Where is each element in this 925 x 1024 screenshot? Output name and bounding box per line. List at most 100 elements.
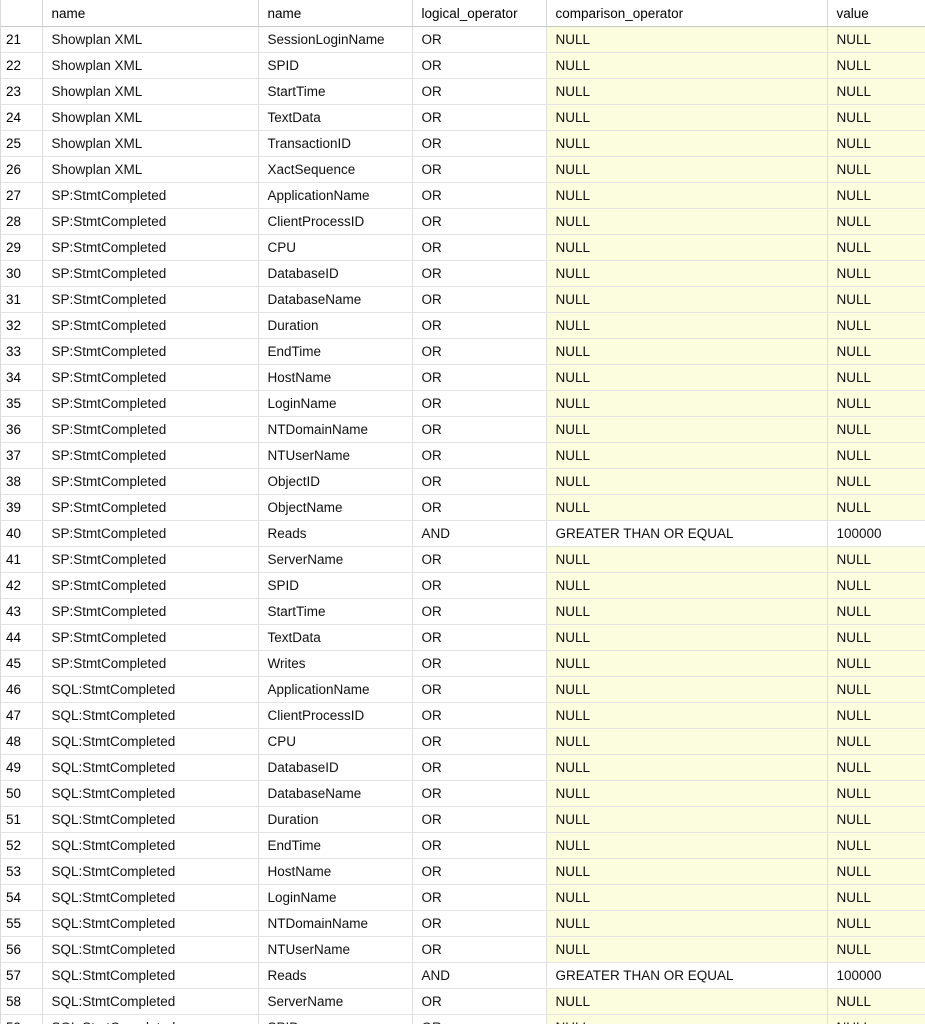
comparison-operator-cell[interactable]: NULL bbox=[546, 468, 828, 495]
row-number-cell[interactable]: 46 bbox=[0, 676, 43, 703]
column-name-cell[interactable]: NTUserName bbox=[258, 936, 413, 963]
column-name-cell[interactable]: ApplicationName bbox=[258, 182, 413, 209]
value-cell[interactable]: NULL bbox=[827, 728, 925, 755]
row-number-cell[interactable]: 22 bbox=[0, 52, 43, 79]
column-header-event-name[interactable]: name bbox=[42, 0, 259, 27]
comparison-operator-cell[interactable]: NULL bbox=[546, 182, 828, 209]
comparison-operator-cell[interactable]: NULL bbox=[546, 390, 828, 417]
comparison-operator-cell[interactable]: NULL bbox=[546, 78, 828, 105]
comparison-operator-cell[interactable]: NULL bbox=[546, 936, 828, 963]
logical-operator-cell[interactable]: OR bbox=[412, 832, 547, 859]
table-row[interactable]: 33 SP:StmtCompleted EndTime OR NULL NULL bbox=[0, 338, 925, 365]
column-header-logical-operator[interactable]: logical_operator bbox=[412, 0, 547, 27]
logical-operator-cell[interactable]: OR bbox=[412, 650, 547, 677]
comparison-operator-cell[interactable]: NULL bbox=[546, 52, 828, 79]
logical-operator-cell[interactable]: OR bbox=[412, 858, 547, 885]
column-name-cell[interactable]: ObjectName bbox=[258, 494, 413, 521]
row-number-cell[interactable]: 35 bbox=[0, 390, 43, 417]
value-cell[interactable]: NULL bbox=[827, 182, 925, 209]
logical-operator-cell[interactable]: OR bbox=[412, 702, 547, 729]
value-cell[interactable]: NULL bbox=[827, 156, 925, 183]
row-number-cell[interactable]: 25 bbox=[0, 130, 43, 157]
column-name-cell[interactable]: DatabaseName bbox=[258, 780, 413, 807]
event-name-cell[interactable]: SP:StmtCompleted bbox=[42, 572, 259, 599]
logical-operator-cell[interactable]: OR bbox=[412, 598, 547, 625]
row-number-cell[interactable]: 53 bbox=[0, 858, 43, 885]
logical-operator-cell[interactable]: OR bbox=[412, 234, 547, 261]
event-name-cell[interactable]: SQL:StmtCompleted bbox=[42, 910, 259, 937]
row-number-cell[interactable]: 54 bbox=[0, 884, 43, 911]
comparison-operator-cell[interactable]: NULL bbox=[546, 442, 828, 469]
value-cell[interactable]: NULL bbox=[827, 650, 925, 677]
column-name-cell[interactable]: ServerName bbox=[258, 546, 413, 573]
column-name-cell[interactable]: SPID bbox=[258, 1014, 413, 1024]
comparison-operator-cell[interactable]: NULL bbox=[546, 754, 828, 781]
event-name-cell[interactable]: SP:StmtCompleted bbox=[42, 234, 259, 261]
row-number-cell[interactable]: 37 bbox=[0, 442, 43, 469]
value-cell[interactable]: NULL bbox=[827, 208, 925, 235]
comparison-operator-cell[interactable]: NULL bbox=[546, 26, 828, 53]
table-row[interactable]: 48 SQL:StmtCompleted CPU OR NULL NULL bbox=[0, 728, 925, 755]
event-name-cell[interactable]: SP:StmtCompleted bbox=[42, 182, 259, 209]
column-name-cell[interactable]: EndTime bbox=[258, 338, 413, 365]
row-number-cell[interactable]: 40 bbox=[0, 520, 43, 547]
comparison-operator-cell[interactable]: NULL bbox=[546, 104, 828, 131]
row-number-cell[interactable]: 49 bbox=[0, 754, 43, 781]
column-name-cell[interactable]: Reads bbox=[258, 520, 413, 547]
table-row[interactable]: 49 SQL:StmtCompleted DatabaseID OR NULL NULL bbox=[0, 754, 925, 781]
table-row[interactable]: 38 SP:StmtCompleted ObjectID OR NULL NULL bbox=[0, 468, 925, 495]
table-row[interactable]: 34 SP:StmtCompleted HostName OR NULL NULL bbox=[0, 364, 925, 391]
table-row[interactable]: 58 SQL:StmtCompleted ServerName OR NULL NULL bbox=[0, 988, 925, 1015]
row-number-cell[interactable]: 50 bbox=[0, 780, 43, 807]
logical-operator-cell[interactable]: OR bbox=[412, 260, 547, 287]
value-cell[interactable]: NULL bbox=[827, 442, 925, 469]
value-cell[interactable]: NULL bbox=[827, 130, 925, 157]
row-number-cell[interactable]: 47 bbox=[0, 702, 43, 729]
column-name-cell[interactable]: DatabaseID bbox=[258, 260, 413, 287]
event-name-cell[interactable]: SQL:StmtCompleted bbox=[42, 728, 259, 755]
comparison-operator-cell[interactable]: NULL bbox=[546, 728, 828, 755]
logical-operator-cell[interactable]: OR bbox=[412, 130, 547, 157]
row-number-cell[interactable]: 43 bbox=[0, 598, 43, 625]
row-number-cell[interactable]: 41 bbox=[0, 546, 43, 573]
column-name-cell[interactable]: HostName bbox=[258, 364, 413, 391]
logical-operator-cell[interactable]: OR bbox=[412, 156, 547, 183]
logical-operator-cell[interactable]: OR bbox=[412, 26, 547, 53]
table-row[interactable]: 22 Showplan XML SPID OR NULL NULL bbox=[0, 52, 925, 79]
table-row[interactable]: 46 SQL:StmtCompleted ApplicationName OR NULL… bbox=[0, 676, 925, 703]
value-cell[interactable]: NULL bbox=[827, 624, 925, 651]
column-name-cell[interactable]: ObjectID bbox=[258, 468, 413, 495]
event-name-cell[interactable]: SP:StmtCompleted bbox=[42, 312, 259, 339]
event-name-cell[interactable]: SQL:StmtCompleted bbox=[42, 962, 259, 989]
table-row[interactable]: 57 SQL:StmtCompleted Reads AND GREATER THAN … bbox=[0, 962, 925, 989]
value-cell[interactable]: NULL bbox=[827, 806, 925, 833]
logical-operator-cell[interactable]: OR bbox=[412, 546, 547, 573]
table-row[interactable]: 54 SQL:StmtCompleted LoginName OR NULL NULL bbox=[0, 884, 925, 911]
logical-operator-cell[interactable]: OR bbox=[412, 884, 547, 911]
event-name-cell[interactable]: SQL:StmtCompleted bbox=[42, 780, 259, 807]
comparison-operator-cell[interactable]: NULL bbox=[546, 364, 828, 391]
event-name-cell[interactable]: SP:StmtCompleted bbox=[42, 364, 259, 391]
value-cell[interactable]: NULL bbox=[827, 884, 925, 911]
logical-operator-cell[interactable]: OR bbox=[412, 338, 547, 365]
value-cell[interactable]: NULL bbox=[827, 312, 925, 339]
event-name-cell[interactable]: Showplan XML bbox=[42, 52, 259, 79]
table-row[interactable]: 27 SP:StmtCompleted ApplicationName OR NULL N… bbox=[0, 182, 925, 209]
event-name-cell[interactable]: SP:StmtCompleted bbox=[42, 494, 259, 521]
column-name-cell[interactable]: SPID bbox=[258, 572, 413, 599]
table-row[interactable]: 47 SQL:StmtCompleted ClientProcessID OR NULL… bbox=[0, 702, 925, 729]
column-name-cell[interactable]: ClientProcessID bbox=[258, 208, 413, 235]
column-name-cell[interactable]: ClientProcessID bbox=[258, 702, 413, 729]
row-number-cell[interactable]: 24 bbox=[0, 104, 43, 131]
logical-operator-cell[interactable]: OR bbox=[412, 1014, 547, 1024]
logical-operator-cell[interactable]: OR bbox=[412, 286, 547, 313]
logical-operator-cell[interactable]: OR bbox=[412, 572, 547, 599]
event-name-cell[interactable]: SP:StmtCompleted bbox=[42, 650, 259, 677]
value-cell[interactable]: NULL bbox=[827, 78, 925, 105]
comparison-operator-cell[interactable]: GREATER THAN OR EQUAL bbox=[546, 962, 828, 989]
comparison-operator-cell[interactable]: NULL bbox=[546, 676, 828, 703]
row-number-cell[interactable]: 38 bbox=[0, 468, 43, 495]
table-row[interactable]: 35 SP:StmtCompleted LoginName OR NULL NULL bbox=[0, 390, 925, 417]
table-row[interactable]: 45 SP:StmtCompleted Writes OR NULL NULL bbox=[0, 650, 925, 677]
column-name-cell[interactable]: Writes bbox=[258, 650, 413, 677]
